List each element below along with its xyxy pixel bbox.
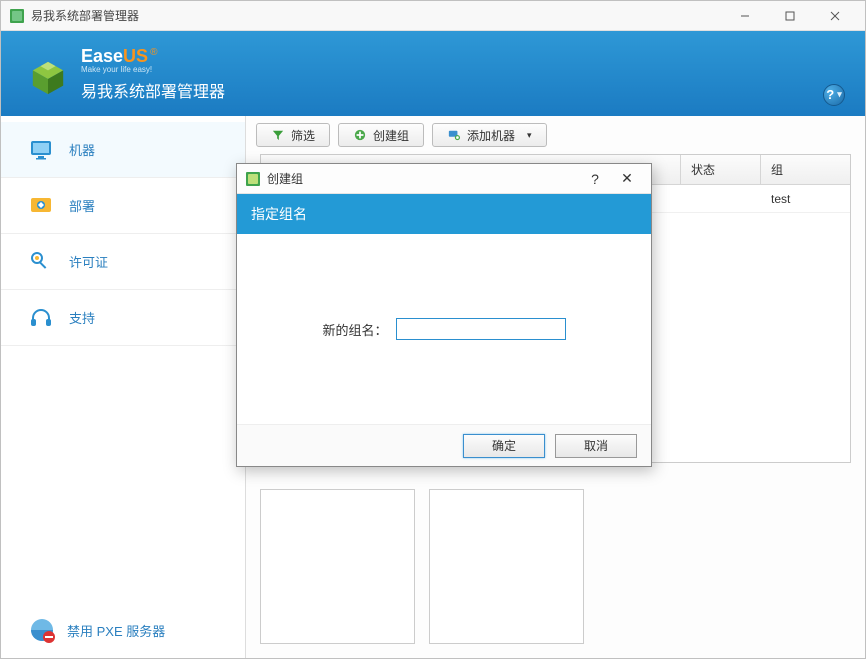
- cancel-button[interactable]: 取消: [555, 434, 637, 458]
- brand-reg-icon: ®: [150, 47, 157, 58]
- help-icon: ?: [826, 87, 834, 102]
- sidebar-item-deploy[interactable]: 部署: [1, 178, 245, 234]
- headset-icon: [29, 306, 53, 330]
- preview-card: [260, 489, 415, 644]
- close-button[interactable]: [812, 2, 857, 30]
- dialog-banner: 指定组名: [237, 194, 651, 234]
- sidebar-item-license[interactable]: 许可证: [1, 234, 245, 290]
- maximize-button[interactable]: [767, 2, 812, 30]
- filter-icon: [271, 128, 285, 142]
- brand-ease: Ease: [81, 46, 123, 66]
- dialog-titlebar: 创建组 ? ✕: [237, 164, 651, 194]
- app-icon: [9, 8, 25, 24]
- group-name-label: 新的组名：: [322, 320, 387, 339]
- col-status: 状态: [681, 155, 761, 184]
- add-machine-button[interactable]: 添加机器 ▾: [432, 123, 547, 147]
- col-group: 组: [761, 155, 850, 184]
- brand-tagline: Make your life easy!: [81, 65, 225, 74]
- cell-group: test: [761, 185, 850, 212]
- brand-block: EaseUS® Make your life easy! 易我系统部署管理器: [29, 46, 225, 102]
- key-icon: [29, 250, 53, 274]
- sidebar-footer-label: 禁用 PXE 服务器: [67, 621, 165, 640]
- window-controls: [722, 2, 857, 30]
- add-machine-icon: [447, 128, 461, 142]
- filter-button[interactable]: 筛选: [256, 123, 330, 147]
- sidebar-item-label: 部署: [69, 196, 95, 215]
- ok-button[interactable]: 确定: [463, 434, 545, 458]
- monitor-icon: [29, 138, 53, 162]
- brand-name: EaseUS®: [81, 46, 225, 67]
- plus-icon: [353, 128, 367, 142]
- logo-cube-icon: [29, 59, 67, 97]
- dialog-footer: 确定 取消: [237, 424, 651, 466]
- sidebar-disable-pxe[interactable]: 禁用 PXE 服务器: [1, 602, 245, 658]
- create-group-label: 创建组: [373, 127, 409, 144]
- app-header: EaseUS® Make your life easy! 易我系统部署管理器 ?…: [1, 31, 865, 116]
- sidebar-spacer: [1, 346, 245, 602]
- preview-card: [429, 489, 584, 644]
- brand-us: US: [123, 46, 148, 66]
- sidebar-item-machines[interactable]: 机器: [1, 122, 245, 178]
- sidebar-item-label: 机器: [69, 140, 95, 159]
- create-group-button[interactable]: 创建组: [338, 123, 424, 147]
- brand-text: EaseUS® Make your life easy! 易我系统部署管理器: [81, 46, 225, 102]
- help-button[interactable]: ? ▾: [823, 84, 845, 106]
- filter-label: 筛选: [291, 127, 315, 144]
- create-group-dialog: 创建组 ? ✕ 指定组名 新的组名： 确定 取消: [236, 163, 652, 467]
- minimize-button[interactable]: [722, 2, 767, 30]
- deploy-icon: [29, 194, 53, 218]
- dialog-body: 新的组名：: [237, 234, 651, 424]
- dialog-help-button[interactable]: ?: [579, 167, 611, 191]
- sidebar: 机器 部署 许可证 支持: [1, 116, 246, 658]
- chevron-down-icon: ▾: [527, 130, 532, 141]
- sidebar-item-label: 许可证: [69, 252, 108, 271]
- chevron-down-icon: ▾: [837, 89, 842, 100]
- add-machine-label: 添加机器: [467, 127, 515, 144]
- window-title: 易我系统部署管理器: [31, 7, 722, 24]
- cell-status: [681, 185, 761, 212]
- group-name-input[interactable]: [396, 318, 566, 340]
- dialog-close-button[interactable]: ✕: [611, 167, 643, 191]
- dialog-icon: [245, 171, 261, 187]
- globe-stop-icon: [29, 617, 55, 643]
- window-titlebar: 易我系统部署管理器: [1, 1, 865, 31]
- card-row: [246, 489, 865, 658]
- sidebar-item-support[interactable]: 支持: [1, 290, 245, 346]
- toolbar: 筛选 创建组 添加机器 ▾: [246, 116, 865, 154]
- dialog-title: 创建组: [267, 170, 579, 187]
- sidebar-item-label: 支持: [69, 308, 95, 327]
- app-subtitle: 易我系统部署管理器: [81, 78, 225, 102]
